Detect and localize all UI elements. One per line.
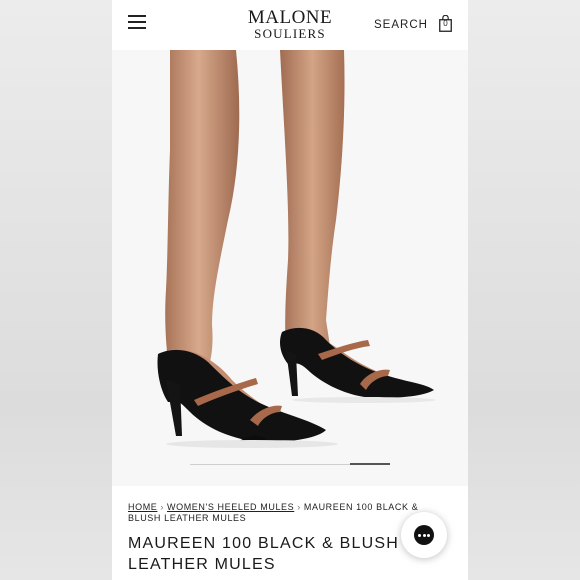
product-image — [157, 50, 436, 448]
bag-count: 0 — [443, 19, 448, 28]
shopping-bag-icon[interactable]: 0 — [439, 14, 452, 32]
breadcrumb: HOME › WOMEN'S HEELED MULES › MAUREEN 100 BL… — [128, 502, 448, 524]
product-image-gallery[interactable] — [112, 50, 468, 486]
chat-bubble-icon — [414, 525, 434, 545]
breadcrumb-category-link[interactable]: WOMEN'S HEELED MULES — [167, 502, 294, 512]
background-blur-left — [0, 0, 112, 580]
brand-name-line1: MALONE — [247, 7, 333, 28]
breadcrumb-separator: › — [160, 502, 165, 512]
brand-logo[interactable]: MALONE SOULIERS — [230, 8, 350, 41]
background-blur-right — [468, 0, 580, 580]
breadcrumb-separator: › — [297, 502, 301, 512]
search-link[interactable]: SEARCH — [374, 19, 428, 31]
chat-button[interactable] — [401, 512, 447, 558]
breadcrumb-home-link[interactable]: HOME — [128, 502, 157, 512]
gallery-progress-fill — [350, 463, 390, 465]
phone-screen: MALONE SOULIERS SEARCH 0 HOME › WOMEN'S … — [112, 0, 468, 580]
site-header: MALONE SOULIERS SEARCH 0 — [112, 0, 468, 50]
menu-icon[interactable] — [128, 14, 146, 30]
brand-name-line2: SOULIERS — [254, 26, 326, 41]
gallery-progress-bar[interactable] — [190, 463, 390, 465]
product-title: MAUREEN 100 BLACK & BLUSH LEATHER MULES — [128, 535, 399, 573]
